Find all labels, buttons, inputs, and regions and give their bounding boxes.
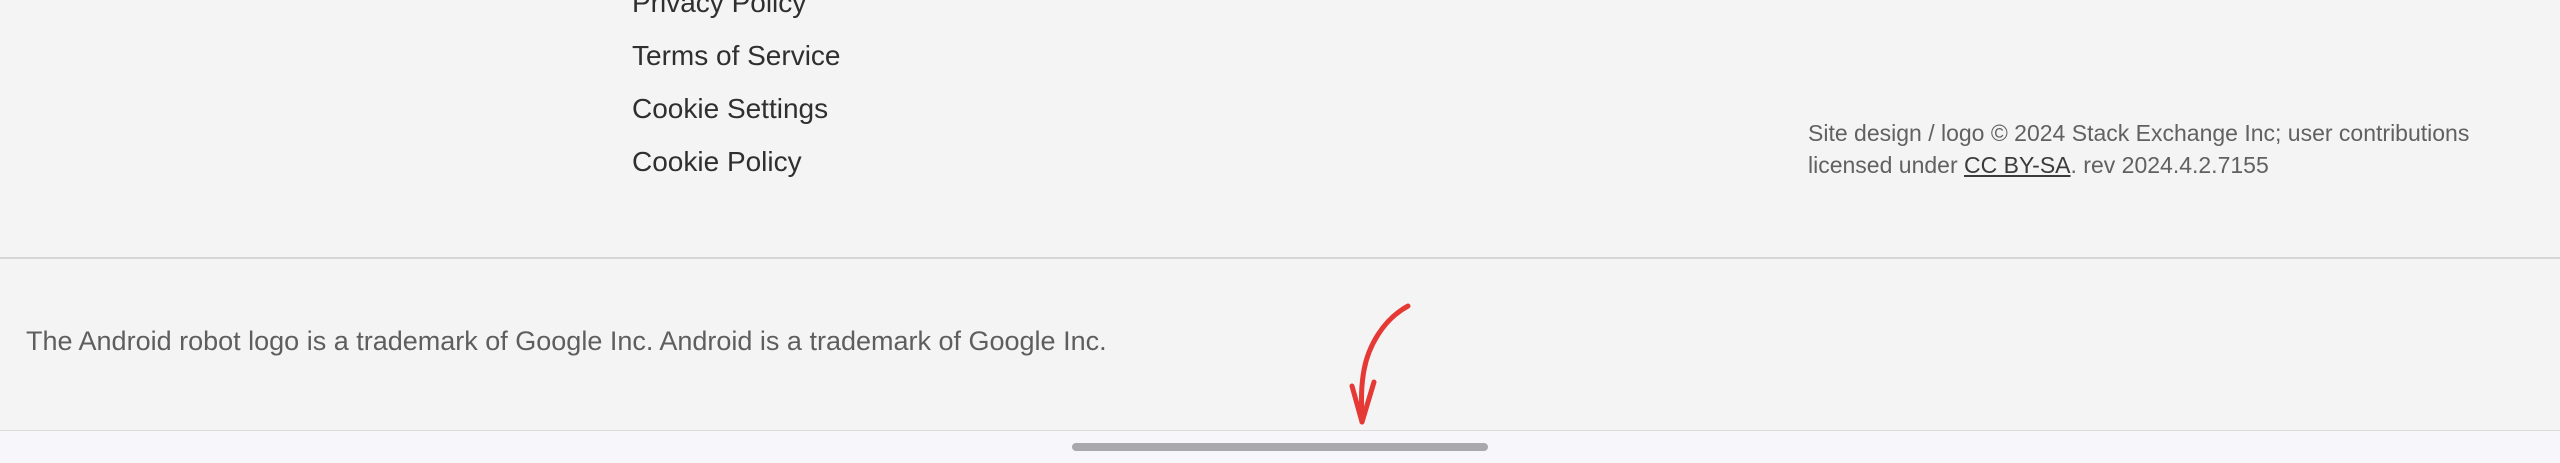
footer-divider (0, 257, 2560, 259)
footer-link-item[interactable]: Cookie Policy (632, 147, 841, 200)
license-link[interactable]: CC BY-SA (1964, 152, 2071, 178)
system-navigation-bar (0, 430, 2560, 463)
footer-link-item[interactable]: Cookie Settings (632, 94, 841, 147)
trademark-notice: The Android robot logo is a trademark of… (26, 326, 1107, 356)
footer-section: Privacy Policy Terms of Service Cookie S… (0, 0, 2560, 257)
cookie-policy-link[interactable]: Cookie Policy (632, 146, 802, 177)
footer-link-item[interactable]: Privacy Policy (632, 0, 841, 41)
privacy-policy-link[interactable]: Privacy Policy (632, 0, 806, 18)
revision-text: . rev 2024.4.2.7155 (2070, 152, 2269, 178)
footer-link-item[interactable]: Terms of Service (632, 41, 841, 94)
footer-links: Privacy Policy Terms of Service Cookie S… (632, 0, 841, 200)
home-gesture-handle[interactable] (1072, 443, 1488, 451)
copyright-notice: Site design / logo © 2024 Stack Exchange… (1808, 117, 2528, 181)
arrow-down-icon (1349, 303, 1411, 425)
terms-of-service-link[interactable]: Terms of Service (632, 40, 841, 71)
cookie-settings-link[interactable]: Cookie Settings (632, 93, 828, 124)
